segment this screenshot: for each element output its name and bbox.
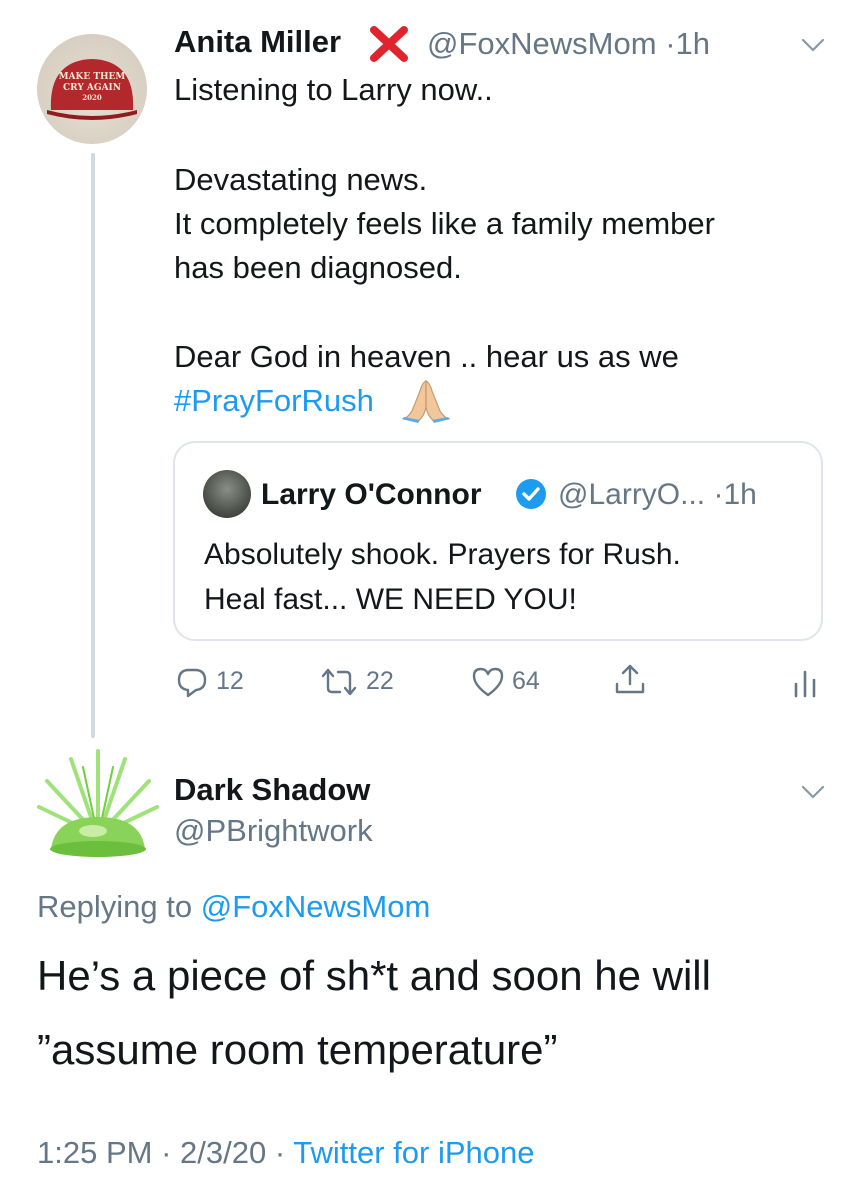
quoted-time: 1h xyxy=(723,478,757,511)
time-separator: · xyxy=(713,478,724,511)
tweet-text-line: He’s a piece of sh*t and soon he will xyxy=(37,952,711,999)
quoted-avatar xyxy=(203,470,251,518)
tweet-text-line: has been diagnosed. xyxy=(174,250,462,285)
share-icon[interactable] xyxy=(612,662,648,698)
tweet-text-line: ”assume room temperature” xyxy=(37,1026,558,1073)
avatar[interactable] xyxy=(33,745,163,870)
author-name[interactable]: Dark Shadow xyxy=(174,772,370,808)
avatar[interactable]: MAKE THEM CRY AGAIN 2020 xyxy=(37,34,147,144)
handle-text: @FoxNewsMom xyxy=(427,26,657,61)
tweet-text-line: Devastating news. xyxy=(174,162,428,197)
mention-link[interactable]: @FoxNewsMom xyxy=(201,889,431,924)
source-link[interactable]: Twitter for iPhone xyxy=(293,1135,534,1170)
tweet-time: 1:25 PM xyxy=(37,1135,153,1170)
chevron-down-icon[interactable] xyxy=(800,36,826,54)
hashtag-link[interactable]: #PrayForRush xyxy=(174,379,374,423)
analytics-icon[interactable] xyxy=(790,664,820,700)
thread-line xyxy=(91,153,95,738)
replying-to: Replying to @FoxNewsMom xyxy=(37,889,430,925)
separator: · xyxy=(274,1135,286,1170)
cap-text-line1: MAKE THEM xyxy=(59,72,126,82)
separator: · xyxy=(161,1135,172,1170)
tweet-text-line: Listening to Larry now.. xyxy=(174,72,493,107)
quoted-text-line: Absolutely shook. Prayers for Rush. xyxy=(204,538,681,571)
verified-badge-icon xyxy=(516,479,546,509)
cross-mark-icon xyxy=(370,26,408,62)
chevron-down-icon[interactable] xyxy=(800,783,826,801)
time-separator: · xyxy=(665,26,676,61)
author-handle[interactable]: @FoxNewsMom ·1h xyxy=(427,26,710,62)
tweet-text-line: It completely feels like a family member xyxy=(174,206,715,241)
heart-icon[interactable] xyxy=(470,664,506,700)
retweet-icon[interactable] xyxy=(318,664,360,700)
quoted-handle: @LarryO... ·1h xyxy=(558,478,757,512)
tweet-time: 1h xyxy=(675,26,710,61)
folded-hands-icon xyxy=(402,380,450,423)
quoted-author-name: Larry O'Connor xyxy=(261,478,482,511)
quoted-text-line: Heal fast... WE NEED YOU! xyxy=(204,583,577,616)
red-cap-image: MAKE THEM CRY AGAIN 2020 xyxy=(47,59,137,120)
retweet-count: 22 xyxy=(366,667,394,695)
cap-text-line3: 2020 xyxy=(82,93,102,102)
author-handle[interactable]: @PBrightwork xyxy=(174,813,373,849)
tweet-text-line: Dear God in heaven .. hear us as we xyxy=(174,339,679,374)
reply-icon[interactable] xyxy=(174,664,210,700)
cap-text-line2: CRY AGAIN xyxy=(63,83,121,93)
replying-prefix: Replying to xyxy=(37,889,193,924)
reply-count: 12 xyxy=(216,667,244,695)
author-name[interactable]: Anita Miller xyxy=(174,24,341,60)
quoted-handle-text: @LarryO... xyxy=(558,478,706,511)
tweet-timestamp: 1:25 PM · 2/3/20 · Twitter for iPhone xyxy=(37,1135,534,1171)
like-count: 64 xyxy=(512,667,540,695)
tweet-date: 2/3/20 xyxy=(180,1135,267,1170)
